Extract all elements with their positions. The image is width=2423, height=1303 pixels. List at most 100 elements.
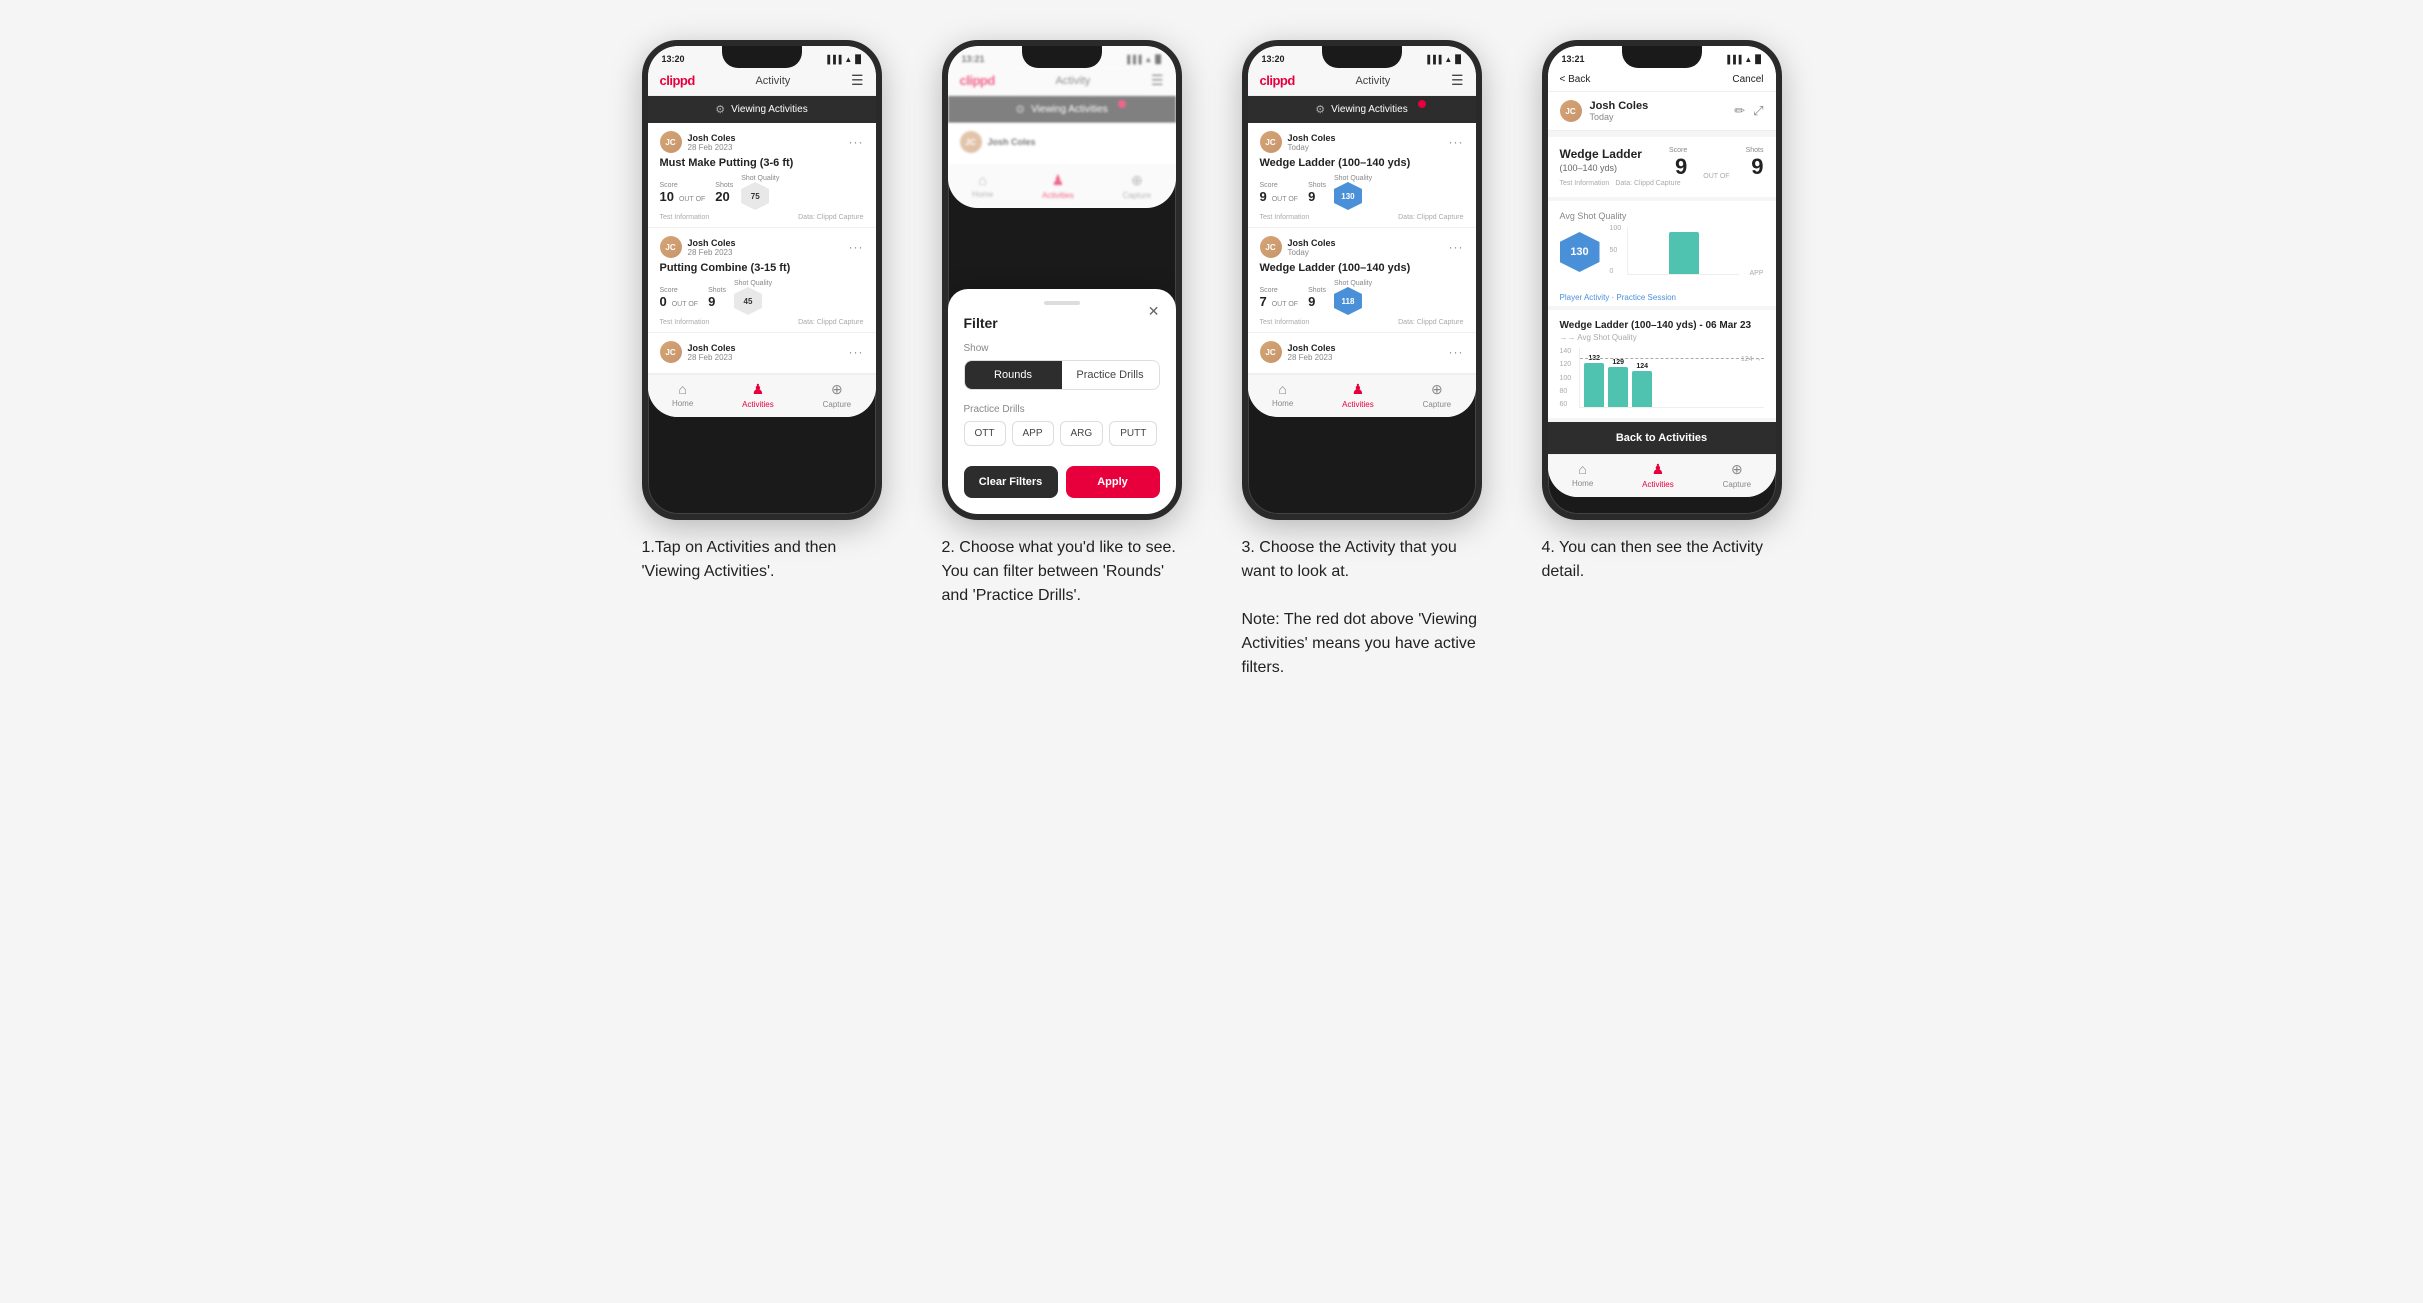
user-info-1-2: JC Josh Coles 28 Feb 2023	[660, 236, 736, 258]
back-to-activities-button[interactable]: Back to Activities	[1548, 422, 1776, 454]
card-header-3-1: JC Josh Coles Today ···	[1260, 131, 1464, 153]
card-data-3-2: Data: Clippd Capture	[1398, 319, 1463, 326]
shots-value-3-2: 9	[1308, 294, 1326, 309]
viewing-activities-bar-3[interactable]: ⚙ Viewing Activities	[1248, 96, 1476, 123]
score-value-3-2: 7	[1260, 294, 1267, 309]
nav-home-4[interactable]: ⌂ Home	[1572, 461, 1593, 489]
card-menu-1-2[interactable]: ···	[849, 240, 864, 254]
phone-notch-2	[1022, 46, 1102, 68]
caption-4: 4. You can then see the Activity detail.	[1542, 536, 1782, 584]
dashed-line	[1580, 358, 1763, 359]
detail-action-icons: ✏ ⤢	[1734, 103, 1763, 119]
user-name-3-3: Josh Coles	[1288, 343, 1336, 353]
outof-text-3-1: OUT OF	[1272, 196, 1298, 203]
shots-group-1-1: Shots 20	[715, 182, 733, 204]
hamburger-menu-3[interactable]: ☰	[1451, 72, 1464, 89]
back-button[interactable]: < Back	[1560, 74, 1591, 85]
nav-activities-label-1: Activities	[742, 400, 774, 409]
detail-user-name: Josh Coles	[1590, 100, 1649, 112]
activity-card-1-3[interactable]: JC Josh Coles 28 Feb 2023 ···	[648, 333, 876, 374]
nav-activities-1[interactable]: ♟ Activities	[742, 381, 774, 409]
expand-icon[interactable]: ⤢	[1753, 103, 1763, 119]
card-menu-3-3[interactable]: ···	[1449, 345, 1464, 359]
detail-user-date: Today	[1590, 112, 1649, 122]
card-menu-3-2[interactable]: ···	[1449, 240, 1464, 254]
wedge-chart-container: 140 120 100 80 60 132	[1560, 348, 1764, 408]
user-name-2-blur: Josh Coles	[988, 137, 1036, 147]
hamburger-menu-1[interactable]: ☰	[851, 72, 864, 89]
nav-home-1[interactable]: ⌂ Home	[672, 381, 693, 409]
viewing-activities-bar-2[interactable]: ⚙ Viewing Activities	[948, 96, 1176, 123]
practice-session-label: Player Activity · Practice Session	[1548, 287, 1776, 306]
app-header-3: clippd Activity ☰	[1248, 68, 1476, 96]
card-menu-1-3[interactable]: ···	[849, 345, 864, 359]
activity-card-3-2[interactable]: JC Josh Coles Today ··· Wedge Ladder (10…	[1248, 228, 1476, 333]
detail-drill-subtitle: (100–140 yds)	[1560, 163, 1642, 173]
avatar-1-1: JC	[660, 131, 682, 153]
card-menu-1-1[interactable]: ···	[849, 135, 864, 149]
scroll-area-1: JC Josh Coles 28 Feb 2023 ··· Must Make …	[648, 123, 876, 374]
activity-card-3-3[interactable]: JC Josh Coles 28 Feb 2023 ···	[1248, 333, 1476, 374]
viewing-activities-label-1: Viewing Activities	[731, 104, 808, 115]
avatar-3-2: JC	[1260, 236, 1282, 258]
wedge-bar-1: 132	[1584, 355, 1604, 407]
quality-hex-3-1: 130	[1334, 182, 1362, 210]
nav-capture-3[interactable]: ⊕ Capture	[1423, 381, 1451, 409]
detail-content-4: JC Josh Coles Today ✏ ⤢	[1548, 92, 1776, 454]
viewing-activities-bar-1[interactable]: ⚙ Viewing Activities	[648, 96, 876, 123]
card-header-1-1: JC Josh Coles 28 Feb 2023 ···	[660, 131, 864, 153]
practice-session-link[interactable]: Practice Session	[1616, 293, 1676, 302]
nav-activities-4[interactable]: ♟ Activities	[1642, 461, 1674, 489]
nav-home-2[interactable]: ⌂ Home	[972, 172, 993, 200]
avatar-1-2: JC	[660, 236, 682, 258]
avg-quality-section: Avg Shot Quality 130 100 50 0	[1548, 201, 1776, 287]
detail-avatar: JC	[1560, 100, 1582, 122]
filter-icon-3: ⚙	[1315, 103, 1325, 116]
card-footer-1-1: Test Information Data: Clippd Capture	[660, 214, 864, 221]
user-date-3-3: 28 Feb 2023	[1288, 353, 1336, 362]
nav-capture-2[interactable]: ⊕ Capture	[1123, 172, 1151, 200]
quality-group-1-1: Shot Quality 75	[741, 175, 779, 210]
card-data-1-2: Data: Clippd Capture	[798, 319, 863, 326]
nav-capture-1[interactable]: ⊕ Capture	[823, 381, 851, 409]
detail-shots-label: Shots	[1746, 147, 1764, 154]
home-icon-2: ⌂	[978, 172, 986, 188]
activity-card-1-1[interactable]: JC Josh Coles 28 Feb 2023 ··· Must Make …	[648, 123, 876, 228]
edit-icon[interactable]: ✏	[1734, 103, 1745, 119]
cancel-button[interactable]: Cancel	[1732, 74, 1763, 85]
status-icons-1: ▐▐▐ ▲ ▉	[824, 55, 861, 64]
user-info-1-1: JC Josh Coles 28 Feb 2023	[660, 131, 736, 153]
status-icons-4: ▐▐▐ ▲ ▉	[1724, 55, 1761, 64]
wedge-section: Wedge Ladder (100–140 yds) - 06 Mar 23 →…	[1548, 310, 1776, 418]
nav-capture-4[interactable]: ⊕ Capture	[1723, 461, 1751, 489]
user-info-3-1: JC Josh Coles Today	[1260, 131, 1336, 153]
detail-info-text: Test Information	[1560, 180, 1610, 187]
app-header-2: clippd Activity ☰	[948, 68, 1176, 96]
activity-card-3-1[interactable]: JC Josh Coles Today ··· Wedge Ladder (10…	[1248, 123, 1476, 228]
shots-value-3-1: 9	[1308, 189, 1326, 204]
detail-score-group: Score 9	[1669, 147, 1687, 180]
phone-col-3: 13:20 ▐▐▐ ▲ ▉ clippd Activity ☰ ⚙	[1227, 40, 1497, 680]
stats-row-3-2: Score 7 OUT OF Shots 9	[1260, 280, 1464, 315]
home-icon-1: ⌂	[678, 381, 686, 397]
activity-card-1-2[interactable]: JC Josh Coles 28 Feb 2023 ··· Putting Co…	[648, 228, 876, 333]
hamburger-menu-2[interactable]: ☰	[1151, 72, 1164, 89]
nav-activities-3[interactable]: ♟ Activities	[1342, 381, 1374, 409]
quality-hex-3-2: 118	[1334, 287, 1362, 315]
app-logo-1: clippd	[660, 73, 695, 88]
user-name-3-2: Josh Coles	[1288, 238, 1336, 248]
nav-activities-2[interactable]: ♟ Activities	[1042, 172, 1074, 200]
nav-home-3[interactable]: ⌂ Home	[1272, 381, 1293, 409]
quality-group-1-2: Shot Quality 45	[734, 280, 772, 315]
outof-text-1-2: OUT OF	[672, 301, 698, 308]
avatar-3-3: JC	[1260, 341, 1282, 363]
card-menu-3-1[interactable]: ···	[1449, 135, 1464, 149]
bottom-nav-2: ⌂ Home ♟ Activities ⊕ Capture	[948, 165, 1176, 208]
filter-icon-2: ⚙	[1015, 103, 1025, 116]
bottom-nav-4: ⌂ Home ♟ Activities ⊕ Capture	[1548, 454, 1776, 497]
user-name-date-2-blur: Josh Coles	[988, 137, 1036, 147]
activities-icon-2: ♟	[1052, 172, 1065, 189]
detail-shots-value: 9	[1746, 154, 1764, 180]
quality-hex-1-2: 45	[734, 287, 762, 315]
nav-activities-label-2: Activities	[1042, 191, 1074, 200]
